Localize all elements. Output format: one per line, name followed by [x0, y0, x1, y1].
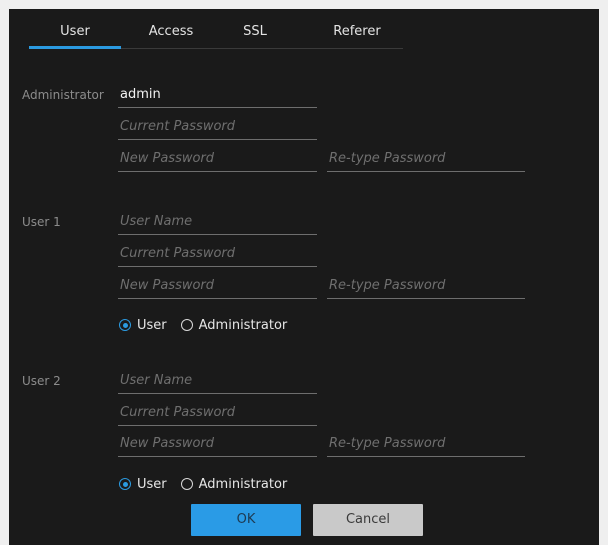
user2-user-name-field[interactable]: User Name — [118, 364, 317, 394]
radio-checked-icon — [119, 478, 131, 490]
user2-new-password-field[interactable]: New Password — [118, 427, 317, 457]
tab-ssl[interactable]: SSL — [225, 9, 285, 49]
user2-section-label: User 2 — [22, 374, 61, 388]
tab-bar: User Access SSL Referer — [29, 9, 403, 51]
tab-access[interactable]: Access — [129, 9, 213, 49]
administrator-retype-password-field[interactable]: Re-type Password — [327, 142, 525, 172]
active-tab-indicator — [29, 46, 121, 49]
user2-role-user-label: User — [137, 476, 167, 492]
tab-user[interactable]: User — [29, 9, 121, 49]
user1-retype-password-field[interactable]: Re-type Password — [327, 269, 525, 299]
user2-role-administrator-radio[interactable]: Administrator — [180, 476, 288, 492]
radio-checked-icon — [119, 319, 131, 331]
ok-button[interactable]: OK — [191, 504, 301, 536]
radio-unchecked-icon — [180, 319, 193, 331]
cancel-button[interactable]: Cancel — [313, 504, 423, 536]
administrator-new-password-field[interactable]: New Password — [118, 142, 317, 172]
user-settings-panel: User Access SSL Referer Administrator ad… — [9, 9, 599, 545]
administrator-user-name-field[interactable]: admin — [118, 78, 317, 108]
user1-section-label: User 1 — [22, 215, 61, 229]
tab-referer[interactable]: Referer — [311, 9, 403, 49]
administrator-section-label: Administrator — [22, 88, 104, 102]
user2-current-password-field[interactable]: Current Password — [118, 396, 317, 426]
user1-role-administrator-radio[interactable]: Administrator — [180, 317, 288, 333]
user2-role-radio-group: User Administrator — [119, 474, 301, 494]
user1-user-name-field[interactable]: User Name — [118, 205, 317, 235]
user2-retype-password-field[interactable]: Re-type Password — [327, 427, 525, 457]
user2-role-administrator-label: Administrator — [198, 476, 288, 492]
radio-unchecked-icon — [180, 478, 193, 490]
administrator-current-password-field[interactable]: Current Password — [118, 110, 317, 140]
user1-role-radio-group: User Administrator — [119, 315, 301, 335]
user1-current-password-field[interactable]: Current Password — [118, 237, 317, 267]
user1-role-user-label: User — [137, 317, 167, 333]
user2-role-user-radio[interactable]: User — [119, 477, 167, 492]
user1-role-user-radio[interactable]: User — [119, 318, 167, 333]
user1-role-administrator-label: Administrator — [198, 317, 288, 333]
user1-new-password-field[interactable]: New Password — [118, 269, 317, 299]
